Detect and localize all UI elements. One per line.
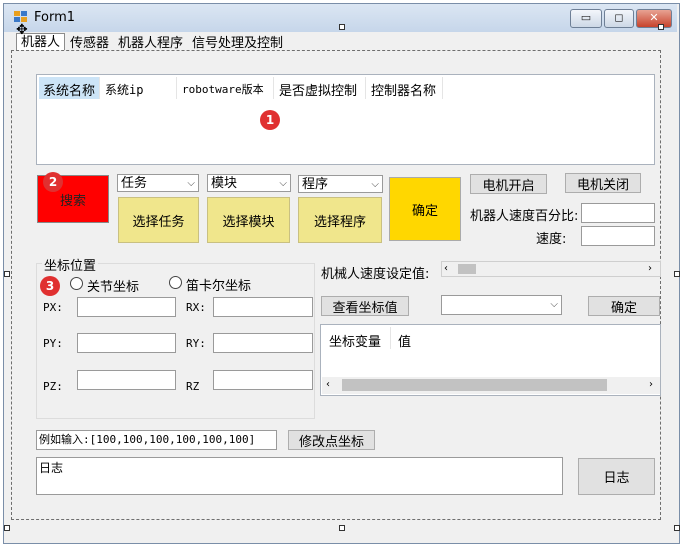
program-combobox-value: 程序 xyxy=(302,177,329,192)
cartesian-coords-label[interactable]: 笛卡尔坐标 xyxy=(186,275,251,294)
speed-field[interactable] xyxy=(581,226,655,246)
rx-field[interactable] xyxy=(213,297,313,317)
coord-variable-list[interactable]: 坐标变量 值 ‹ › xyxy=(320,324,661,396)
pz-field[interactable] xyxy=(77,370,176,390)
resize-grip-right[interactable] xyxy=(674,271,680,277)
maximize-button[interactable]: ◻ xyxy=(604,9,634,28)
module-combobox[interactable]: 模块 ⌵ xyxy=(207,174,291,192)
speed-label: 速度: xyxy=(536,232,567,247)
column-divider xyxy=(442,77,443,99)
task-combobox-value: 任务 xyxy=(121,176,148,191)
window-title: Form1 xyxy=(34,10,76,25)
annotation-badge-3: 3 xyxy=(40,276,60,296)
ry-field[interactable] xyxy=(213,333,313,353)
rx-label: RX: xyxy=(186,301,206,314)
px-field[interactable] xyxy=(77,297,176,317)
column-divider xyxy=(176,77,177,99)
log-textbox[interactable]: 日志 xyxy=(36,457,563,495)
column-divider xyxy=(99,77,100,99)
speed-percent-field[interactable] xyxy=(581,203,655,223)
cartesian-coords-radio[interactable] xyxy=(169,276,182,289)
column-robotware-version[interactable]: robotware版本 xyxy=(182,81,264,97)
coord-list-scrollbar-thumb[interactable] xyxy=(342,379,607,391)
py-label: PY: xyxy=(43,337,63,350)
select-task-button[interactable]: 选择任务 xyxy=(118,197,199,243)
chevron-down-icon[interactable]: ⌵ xyxy=(279,175,287,193)
resize-grip-bottom[interactable] xyxy=(339,525,345,531)
scroll-left-icon[interactable]: ‹ xyxy=(326,379,330,391)
task-combobox[interactable]: 任务 ⌵ xyxy=(117,174,199,192)
view-coords-button[interactable]: 查看坐标值 xyxy=(321,296,409,316)
column-divider xyxy=(390,327,391,349)
confirm-program-button[interactable]: 确定 xyxy=(389,177,461,241)
coord-list-scrollbar[interactable]: ‹ › xyxy=(322,377,660,394)
select-module-button[interactable]: 选择模块 xyxy=(207,197,290,243)
log-button[interactable]: 日志 xyxy=(578,458,655,495)
scroll-right-icon[interactable]: › xyxy=(648,263,658,275)
pz-label: PZ: xyxy=(43,380,63,393)
robot-speed-setting-label: 机械人速度设定值: xyxy=(321,267,430,282)
column-controller-name[interactable]: 控制器名称 xyxy=(371,80,436,99)
resize-grip-bottom-left[interactable] xyxy=(4,525,10,531)
resize-grip-top[interactable] xyxy=(339,24,345,30)
speed-scrollbar[interactable]: ‹ › xyxy=(441,261,661,277)
column-value[interactable]: 值 xyxy=(398,331,411,350)
py-field[interactable] xyxy=(77,333,176,353)
speed-percent-label: 机器人速度百分比: xyxy=(470,209,579,224)
px-label: PX: xyxy=(43,301,63,314)
rz-field[interactable] xyxy=(213,370,313,390)
resize-grip-top-right[interactable] xyxy=(658,24,664,30)
chevron-down-icon[interactable]: ⌵ xyxy=(550,296,558,314)
motor-off-button[interactable]: 电机关闭 xyxy=(565,173,641,193)
controller-list[interactable]: 系统名称 系统ip robotware版本 是否虚拟控制 控制器名称 xyxy=(36,74,655,165)
column-system-ip[interactable]: 系统ip xyxy=(105,81,143,98)
chevron-down-icon[interactable]: ⌵ xyxy=(371,176,379,194)
joint-coords-radio[interactable] xyxy=(70,277,83,290)
column-divider xyxy=(273,77,274,99)
annotation-badge-2: 2 xyxy=(43,172,63,192)
chevron-down-icon[interactable]: ⌵ xyxy=(187,175,195,193)
close-button[interactable]: ✕ xyxy=(636,9,672,28)
ry-label: RY: xyxy=(186,337,206,350)
rz-label: RZ xyxy=(186,380,200,393)
example-input-field[interactable]: 例如输入:[100,100,100,100,100,100] xyxy=(36,430,277,450)
column-coord-variable[interactable]: 坐标变量 xyxy=(329,331,381,350)
coord-variable-combobox[interactable]: ⌵ xyxy=(441,295,562,315)
program-combobox[interactable]: 程序 ⌵ xyxy=(298,175,383,193)
scroll-right-icon[interactable]: › xyxy=(649,379,653,391)
confirm-speed-button[interactable]: 确定 xyxy=(588,296,660,316)
scroll-left-icon[interactable]: ‹ xyxy=(444,263,454,275)
column-is-virtual[interactable]: 是否虚拟控制 xyxy=(279,80,357,99)
resize-grip-left[interactable] xyxy=(4,271,10,277)
column-system-name[interactable]: 系统名称 xyxy=(43,80,95,99)
select-program-button[interactable]: 选择程序 xyxy=(298,197,382,243)
minimize-button[interactable]: ▭ xyxy=(570,9,602,28)
annotation-badge-1: 1 xyxy=(260,110,280,130)
motor-on-button[interactable]: 电机开启 xyxy=(470,174,547,194)
column-divider xyxy=(365,77,366,99)
coordinate-group-title: 坐标位置 xyxy=(42,255,99,274)
joint-coords-label[interactable]: 关节坐标 xyxy=(87,276,139,295)
modify-point-button[interactable]: 修改点坐标 xyxy=(288,430,375,450)
move-handle-icon[interactable]: ✥ xyxy=(16,23,30,37)
resize-grip-bottom-right[interactable] xyxy=(674,525,680,531)
speed-scrollbar-thumb[interactable] xyxy=(458,264,476,274)
module-combobox-value: 模块 xyxy=(211,176,238,191)
